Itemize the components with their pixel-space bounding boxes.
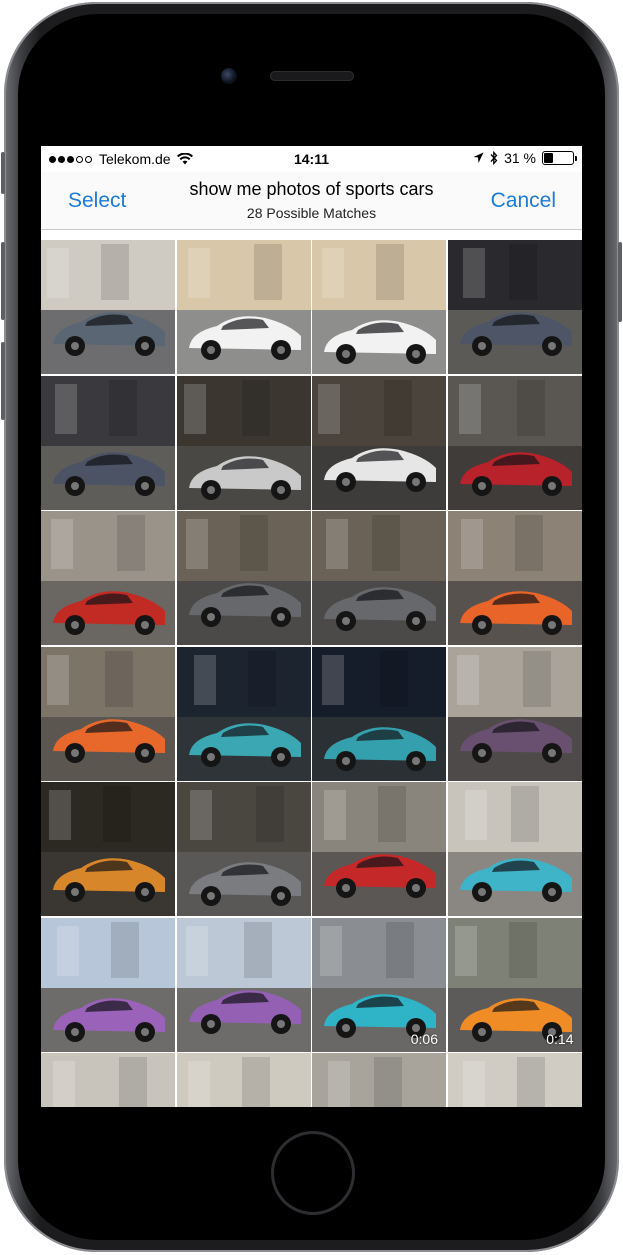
photo-thumbnail[interactable] — [176, 375, 311, 510]
photo-thumbnail[interactable] — [447, 646, 582, 781]
battery-icon — [542, 151, 577, 165]
photo-thumbnail[interactable] — [312, 1053, 446, 1107]
photo-thumbnail[interactable] — [447, 511, 582, 645]
battery-percent: 31 % — [504, 150, 536, 166]
car-photo-image — [447, 240, 582, 374]
battery-fill — [544, 153, 553, 163]
photo-thumbnail[interactable] — [41, 782, 175, 916]
car-photo-image — [312, 375, 446, 510]
photo-thumbnail[interactable] — [312, 511, 446, 645]
photo-thumbnail[interactable] — [312, 782, 446, 916]
photo-thumbnail[interactable] — [312, 240, 446, 374]
car-photo-image — [176, 511, 311, 645]
photo-thumbnail[interactable] — [447, 375, 582, 510]
car-photo-image — [41, 782, 175, 916]
photo-thumbnail[interactable] — [41, 511, 175, 645]
car-photo-image — [176, 240, 311, 374]
photo-thumbnail[interactable] — [176, 511, 311, 645]
car-photo-image — [312, 240, 446, 374]
car-photo-image — [312, 511, 446, 645]
car-photo-image — [447, 511, 582, 645]
photo-thumbnail[interactable] — [41, 917, 175, 1052]
volume-down-button — [1, 342, 5, 420]
car-photo-image — [41, 1053, 175, 1107]
car-photo-image — [176, 917, 311, 1052]
photo-thumbnail[interactable] — [41, 646, 175, 781]
car-photo-image — [312, 646, 446, 781]
car-photo-image — [176, 1053, 311, 1107]
car-photo-image — [312, 1053, 446, 1107]
car-photo-image — [176, 646, 311, 781]
photo-grid: 0:06 0:14 — [41, 240, 582, 1107]
photo-thumbnail[interactable] — [176, 240, 311, 374]
status-right: 31 % — [473, 150, 577, 166]
photo-thumbnail[interactable] — [312, 646, 446, 781]
car-photo-image — [447, 646, 582, 781]
car-photo-image — [447, 375, 582, 510]
photo-thumbnail[interactable] — [41, 1053, 175, 1107]
car-photo-image — [41, 511, 175, 645]
battery-cap — [575, 156, 577, 161]
photo-thumbnail[interactable] — [41, 240, 175, 374]
home-button[interactable] — [271, 1131, 355, 1215]
photo-thumbnail[interactable]: 0:06 — [312, 917, 446, 1052]
car-photo-image — [176, 375, 311, 510]
cancel-button[interactable]: Cancel — [491, 189, 556, 213]
location-arrow-icon — [473, 152, 484, 163]
photo-thumbnail[interactable] — [176, 917, 311, 1052]
photo-thumbnail[interactable] — [41, 375, 175, 510]
photo-thumbnail[interactable] — [176, 1053, 311, 1107]
car-photo-image — [41, 375, 175, 510]
bluetooth-icon — [490, 151, 498, 165]
car-photo-image — [447, 1053, 582, 1107]
screen: Telekom.de 14:11 31 % Select show me pho… — [41, 146, 582, 1107]
car-photo-image — [176, 782, 311, 916]
photo-thumbnail[interactable] — [176, 782, 311, 916]
photo-thumbnail[interactable] — [447, 240, 582, 374]
search-results-header: Select show me photos of sports cars 28 … — [41, 172, 582, 230]
car-photo-image — [41, 917, 175, 1052]
video-duration: 0:06 — [410, 1030, 438, 1047]
earpiece-speaker — [270, 71, 354, 81]
status-bar: Telekom.de 14:11 31 % — [41, 146, 582, 172]
photo-thumbnail[interactable] — [447, 782, 582, 916]
car-photo-image — [41, 240, 175, 374]
power-button — [618, 242, 622, 322]
photo-thumbnail[interactable] — [176, 646, 311, 781]
car-photo-image — [41, 646, 175, 781]
video-duration: 0:14 — [546, 1030, 574, 1047]
volume-up-button — [1, 242, 5, 320]
photo-thumbnail[interactable]: 0:14 — [447, 917, 582, 1052]
front-camera-icon — [221, 68, 237, 84]
mute-switch — [1, 152, 5, 194]
car-photo-image — [447, 782, 582, 916]
photo-thumbnail[interactable] — [312, 375, 446, 510]
photo-thumbnail[interactable] — [447, 1053, 582, 1107]
car-photo-image — [312, 782, 446, 916]
